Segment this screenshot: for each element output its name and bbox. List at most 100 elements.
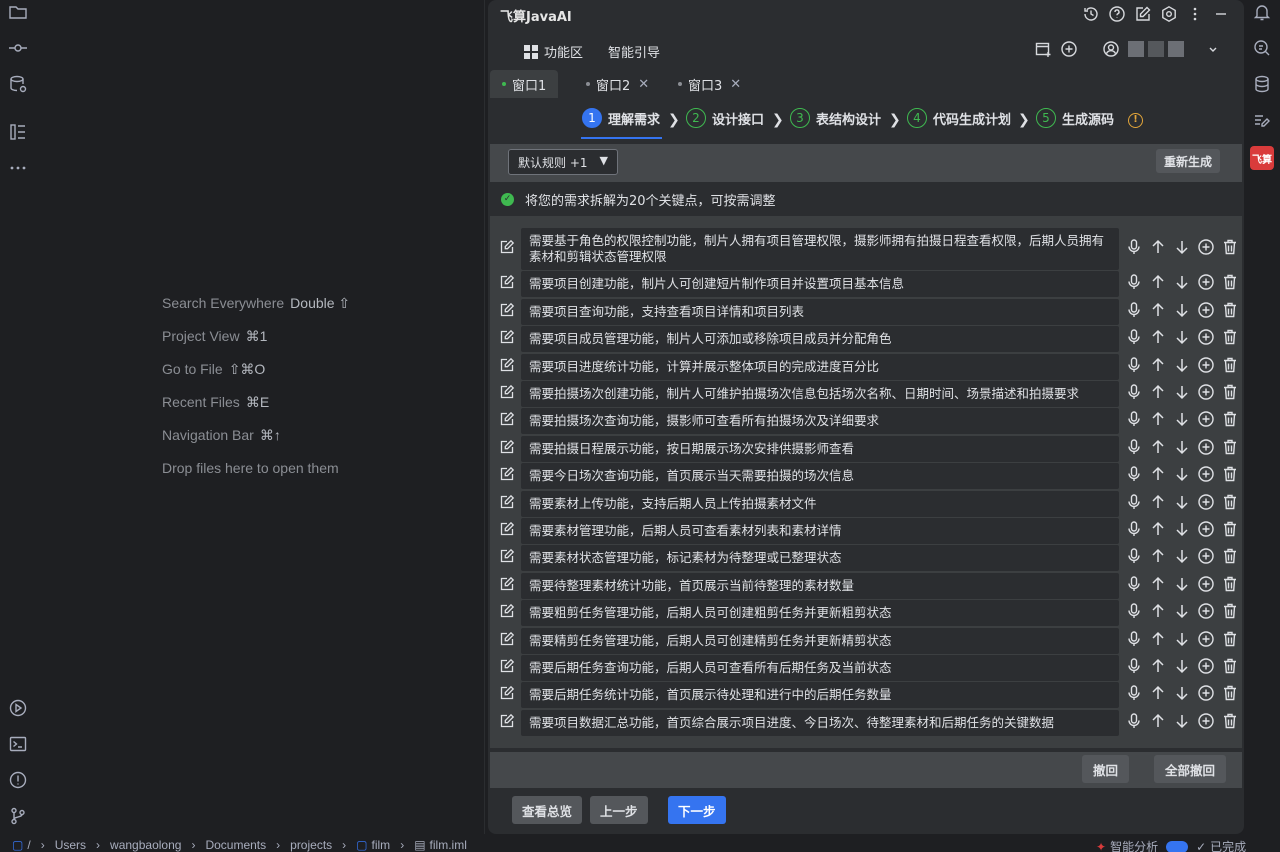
requirement-text[interactable]: 需要拍摄场次创建功能，制片人可维护拍摄场次信息包括场次名称、日期时间、场景描述和… xyxy=(521,381,1119,407)
arrow-down-icon[interactable] xyxy=(1173,383,1191,401)
trash-icon[interactable] xyxy=(1221,657,1239,675)
trash-icon[interactable] xyxy=(1221,438,1239,456)
edit-icon[interactable] xyxy=(499,329,515,345)
mic-icon[interactable] xyxy=(1125,493,1143,511)
edit-icon[interactable] xyxy=(499,713,515,729)
terminal-icon[interactable] xyxy=(8,734,28,754)
edit-icon[interactable] xyxy=(499,658,515,674)
crumb-item[interactable]: projects xyxy=(290,838,332,852)
mic-icon[interactable] xyxy=(1125,657,1143,675)
arrow-up-icon[interactable] xyxy=(1149,328,1167,346)
arrow-down-icon[interactable] xyxy=(1173,547,1191,565)
arrow-down-icon[interactable] xyxy=(1173,657,1191,675)
mic-icon[interactable] xyxy=(1125,684,1143,702)
crumb-item[interactable]: wangbaolong xyxy=(110,838,181,852)
requirement-row[interactable]: 需要基于角色的权限控制功能，制片人拥有项目管理权限，摄影师拥有拍摄日程查看权限，… xyxy=(490,228,1242,270)
arrow-up-icon[interactable] xyxy=(1149,493,1167,511)
trash-icon[interactable] xyxy=(1221,465,1239,483)
edit-icon[interactable] xyxy=(499,631,515,647)
add-circle-icon[interactable] xyxy=(1197,273,1215,291)
step-1[interactable]: 1 理解需求 xyxy=(582,108,660,128)
arrow-down-icon[interactable] xyxy=(1173,356,1191,374)
rule-select[interactable]: 默认规则 +1 ▼ xyxy=(508,149,618,175)
settings-icon[interactable] xyxy=(1160,5,1178,23)
mic-icon[interactable] xyxy=(1125,301,1143,319)
crumb-item[interactable]: Users xyxy=(55,838,86,852)
requirement-row[interactable]: 需要今日场次查询功能，首页展示当天需要拍摄的场次信息 xyxy=(490,463,1242,490)
mic-icon[interactable] xyxy=(1125,238,1143,256)
arrow-down-icon[interactable] xyxy=(1173,328,1191,346)
new-window-icon[interactable] xyxy=(1034,40,1052,58)
run-icon[interactable] xyxy=(8,698,28,718)
add-circle-icon[interactable] xyxy=(1197,520,1215,538)
database-tool-icon[interactable] xyxy=(1252,74,1272,94)
add-circle-icon[interactable] xyxy=(1197,328,1215,346)
trash-icon[interactable] xyxy=(1221,630,1239,648)
trash-icon[interactable] xyxy=(1221,301,1239,319)
requirement-row[interactable]: 需要待整理素材统计功能，首页展示当前待整理的素材数量 xyxy=(490,572,1242,599)
edit-icon[interactable] xyxy=(499,685,515,701)
requirement-text[interactable]: 需要素材状态管理功能，标记素材为待整理或已整理状态 xyxy=(521,545,1119,572)
mic-icon[interactable] xyxy=(1125,273,1143,291)
ai-edit-icon[interactable] xyxy=(1252,110,1272,130)
mic-icon[interactable] xyxy=(1125,465,1143,483)
requirement-row[interactable]: 需要拍摄日程展示功能，按日期展示场次安排供摄影师查看 xyxy=(490,435,1242,462)
requirement-row[interactable]: 需要粗剪任务管理功能，后期人员可创建粗剪任务并更新粗剪状态 xyxy=(490,600,1242,627)
ai-assistant-icon[interactable] xyxy=(1252,38,1272,58)
chevron-down-icon[interactable] xyxy=(1204,40,1222,58)
arrow-down-icon[interactable] xyxy=(1173,238,1191,256)
next-button[interactable]: 下一步 xyxy=(668,796,726,824)
trash-icon[interactable] xyxy=(1221,547,1239,565)
requirement-text[interactable]: 需要项目成员管理功能，制片人可添加或移除项目成员并分配角色 xyxy=(521,326,1119,353)
requirement-row[interactable]: 需要项目查询功能，支持查看项目详情和项目列表 xyxy=(490,298,1242,325)
overview-button[interactable]: 查看总览 xyxy=(512,796,583,824)
edit-icon[interactable] xyxy=(499,494,515,510)
problems-icon[interactable] xyxy=(8,770,28,790)
step-2[interactable]: 2 设计接口 xyxy=(686,108,764,128)
requirement-row[interactable]: 需要精剪任务管理功能，后期人员可创建精剪任务并更新精剪状态 xyxy=(490,627,1242,654)
tab-window-3[interactable]: 窗口3 ✕ xyxy=(666,70,753,98)
requirement-text[interactable]: 需要后期任务统计功能，首页展示待处理和进行中的后期任务数量 xyxy=(521,682,1119,709)
crumb-item[interactable]: film.iml xyxy=(430,838,467,852)
requirement-row[interactable]: 需要素材上传功能，支持后期人员上传拍摄素材文件 xyxy=(490,490,1242,517)
arrow-up-icon[interactable] xyxy=(1149,630,1167,648)
add-circle-icon[interactable] xyxy=(1197,383,1215,401)
history-icon[interactable] xyxy=(1082,5,1100,23)
arrow-down-icon[interactable] xyxy=(1173,301,1191,319)
edit-icon[interactable] xyxy=(499,466,515,482)
arrow-up-icon[interactable] xyxy=(1149,575,1167,593)
trash-icon[interactable] xyxy=(1221,684,1239,702)
requirement-row[interactable]: 需要项目数据汇总功能，首页综合展示项目进度、今日场次、待整理素材和后期任务的关键… xyxy=(490,709,1242,736)
tab-window-2[interactable]: 窗口2 ✕ xyxy=(574,70,661,98)
arrow-up-icon[interactable] xyxy=(1149,684,1167,702)
requirement-row[interactable]: 需要项目成员管理功能，制片人可添加或移除项目成员并分配角色 xyxy=(490,326,1242,353)
arrow-down-icon[interactable] xyxy=(1173,684,1191,702)
regenerate-button[interactable]: 重新生成 xyxy=(1155,149,1220,173)
mic-icon[interactable] xyxy=(1125,547,1143,565)
add-circle-icon[interactable] xyxy=(1197,547,1215,565)
undo-all-button[interactable]: 全部撤回 xyxy=(1154,755,1227,783)
tab-window-1[interactable]: 窗口1 xyxy=(490,70,559,98)
trash-icon[interactable] xyxy=(1221,356,1239,374)
trash-icon[interactable] xyxy=(1221,520,1239,538)
edit-icon[interactable] xyxy=(499,411,515,427)
edit-icon[interactable] xyxy=(499,576,515,592)
requirement-text[interactable]: 需要项目查询功能，支持查看项目详情和项目列表 xyxy=(521,298,1119,325)
git-branch-icon[interactable] xyxy=(8,806,28,826)
requirement-text[interactable]: 需要拍摄日程展示功能，按日期展示场次安排供摄影师查看 xyxy=(521,435,1119,462)
step-4[interactable]: 4 代码生成计划 xyxy=(907,108,1011,128)
arrow-up-icon[interactable] xyxy=(1149,712,1167,730)
help-icon[interactable] xyxy=(1108,5,1126,23)
trash-icon[interactable] xyxy=(1221,602,1239,620)
mic-icon[interactable] xyxy=(1125,356,1143,374)
arrow-down-icon[interactable] xyxy=(1173,712,1191,730)
mic-icon[interactable] xyxy=(1125,383,1143,401)
mic-icon[interactable] xyxy=(1125,712,1143,730)
arrow-down-icon[interactable] xyxy=(1173,630,1191,648)
add-circle-icon[interactable] xyxy=(1197,712,1215,730)
requirement-row[interactable]: 需要后期任务查询功能，后期人员可查看所有后期任务及当前状态 xyxy=(490,655,1242,681)
requirement-text[interactable]: 需要拍摄场次查询功能，摄影师可查看所有拍摄场次及详细要求 xyxy=(521,408,1119,435)
commit-icon[interactable] xyxy=(8,38,28,58)
mic-icon[interactable] xyxy=(1125,438,1143,456)
add-circle-icon[interactable] xyxy=(1197,301,1215,319)
